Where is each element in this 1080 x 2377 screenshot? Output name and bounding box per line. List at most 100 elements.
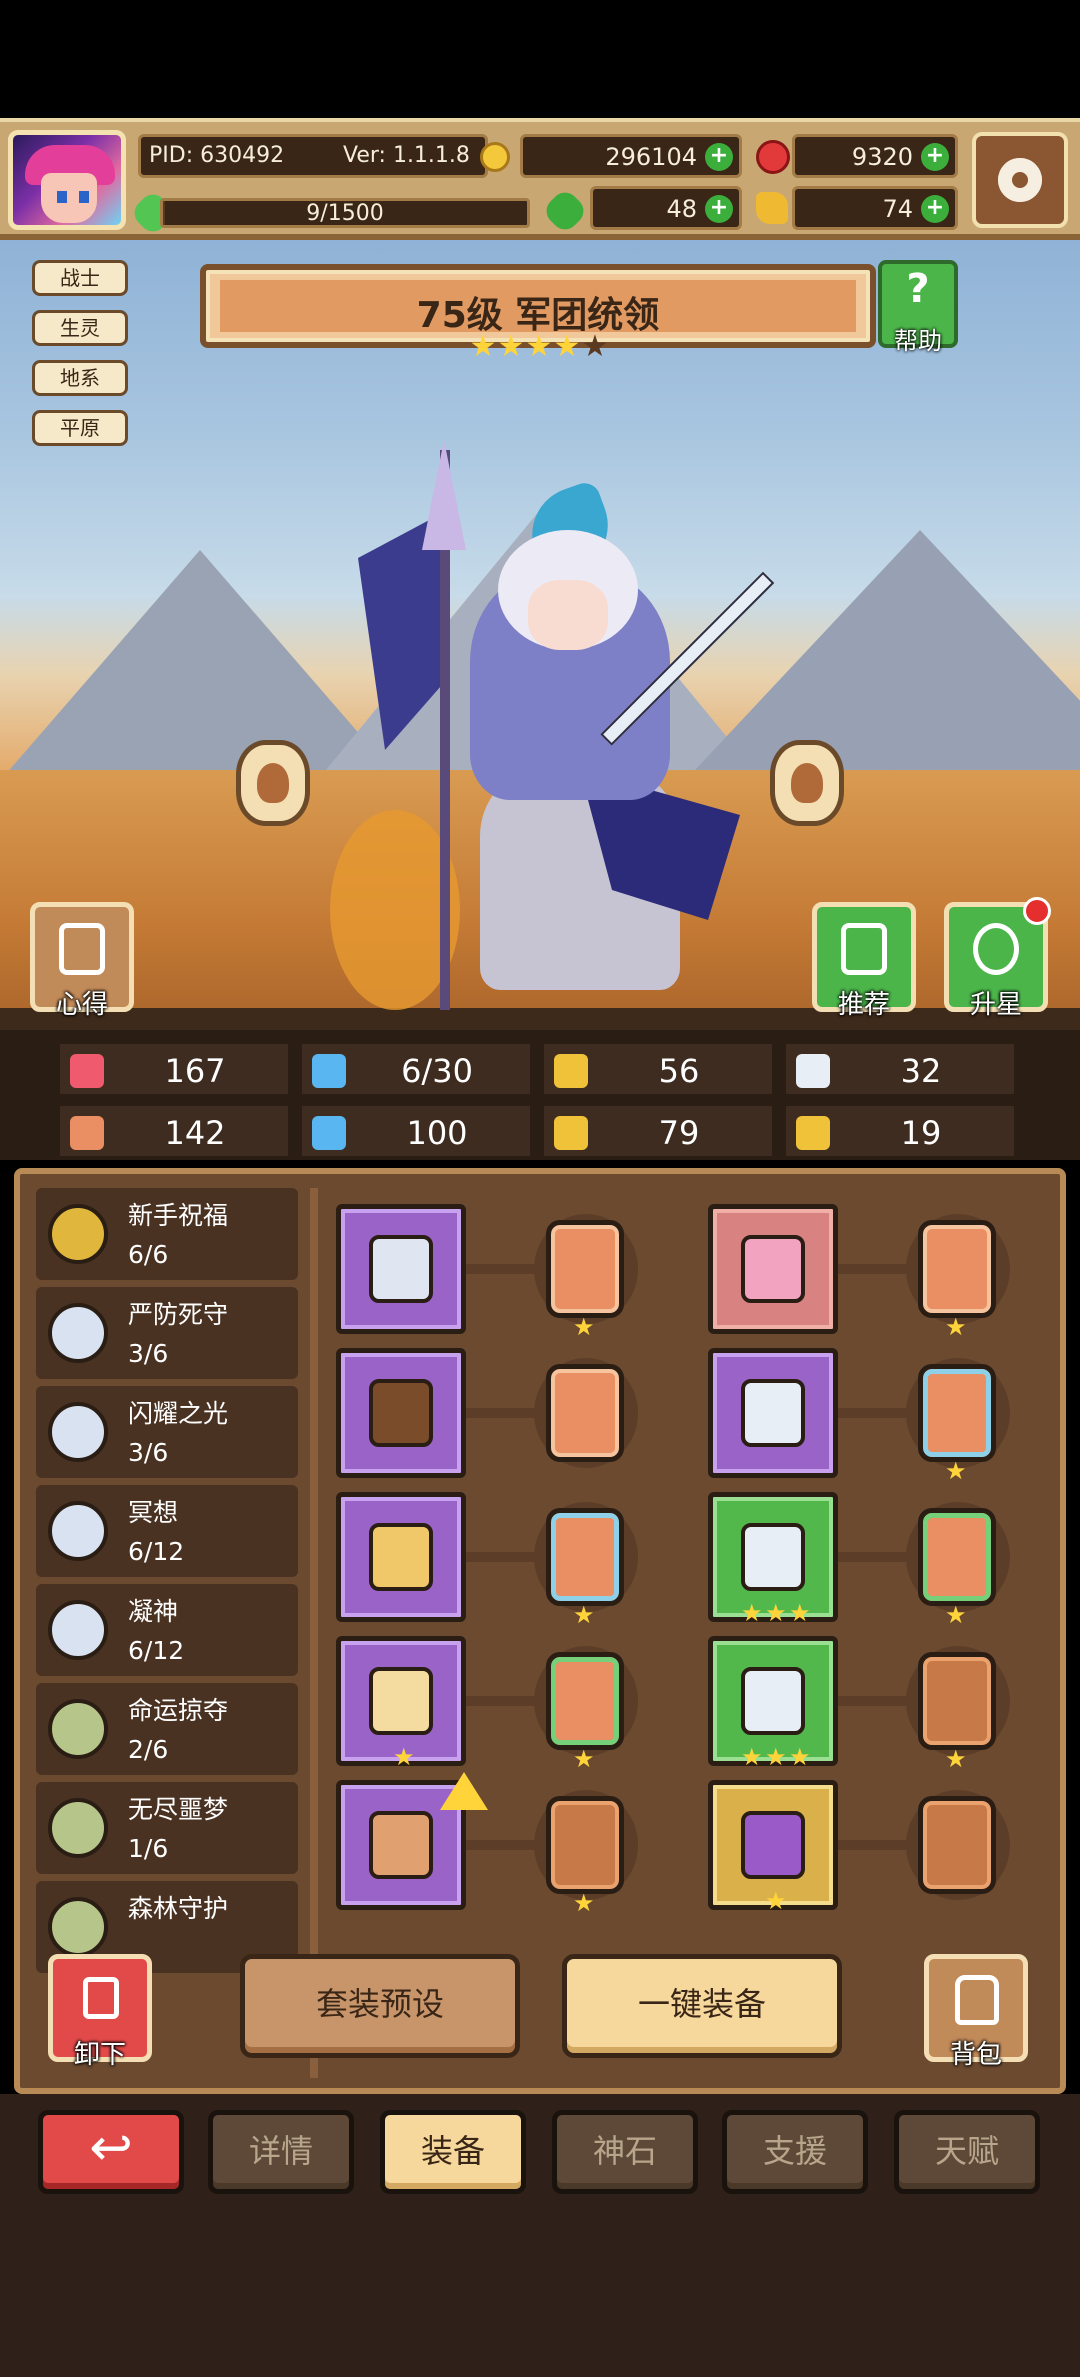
coin-icon <box>480 142 510 172</box>
set-bonus-item[interactable]: 闪耀之光 3/6 <box>36 1386 298 1478</box>
rune-star-icon: ★ <box>573 1601 595 1629</box>
tab-support[interactable]: 支援 <box>722 2110 868 2194</box>
equipment-slot-wood-shield[interactable] <box>336 1348 466 1478</box>
equipment-slot-boots[interactable]: ★ <box>708 1780 838 1913</box>
tab-equipment[interactable]: 装备 <box>380 2110 526 2194</box>
slot-rune-connector <box>838 1840 908 1850</box>
set-bonus-item[interactable]: 命运掠夺 2/6 <box>36 1683 298 1775</box>
slot-rune-connector <box>838 1408 908 1418</box>
insight-button[interactable]: 心得 <box>30 902 134 1020</box>
rune-card[interactable]: ★ <box>918 1508 996 1627</box>
set-bonus-item[interactable]: 冥想 6/12 <box>36 1485 298 1577</box>
rune-star-icon: ★ <box>945 1457 967 1485</box>
equipment-slot-sword[interactable] <box>336 1204 466 1334</box>
set-bonus-item[interactable]: 严防死守 3/6 <box>36 1287 298 1379</box>
hero-scene: 战士 生灵 地系 平原 75级 军团统领 ★ ★ ★ ★ ★ ? 帮助 心得 推荐 升星 <box>0 240 1080 1030</box>
add-gold-button[interactable]: + <box>705 143 733 171</box>
avatar[interactable] <box>8 130 126 230</box>
stat-wing[interactable]: 32 <box>784 1042 1016 1096</box>
ring-icon <box>369 1811 433 1879</box>
recommend-label: 推荐 <box>837 990 890 1020</box>
star-up-button[interactable]: 升星 <box>944 897 1051 1020</box>
rune-card[interactable]: ★ <box>918 1220 996 1339</box>
hero-sprite <box>330 440 775 1010</box>
stat-heart[interactable]: 167 <box>58 1042 290 1096</box>
stat-fist[interactable]: 142 <box>58 1104 290 1158</box>
rune-card[interactable] <box>546 1364 624 1462</box>
notification-dot <box>1023 897 1051 925</box>
next-hero-button[interactable] <box>770 740 844 826</box>
recommend-button[interactable]: 推荐 <box>812 902 916 1020</box>
unequip-button[interactable]: 卸下 <box>48 1954 152 2070</box>
stat-horseshoe[interactable]: 19 <box>784 1104 1016 1158</box>
trait-tag-element[interactable]: 地系 <box>32 360 128 396</box>
stats-panel: 167 6/30 56 32 142 100 79 19 <box>0 1030 1080 1160</box>
add-keys-button[interactable]: + <box>921 195 949 223</box>
preset-button[interactable]: 套装预设 <box>240 1954 520 2058</box>
rune-card[interactable]: ★ <box>918 1364 996 1483</box>
equip-all-button[interactable]: 一键装备 <box>562 1954 842 2058</box>
gauntlet-icon <box>741 1523 805 1591</box>
exp-bar: 9/1500 <box>160 198 530 228</box>
bottom-tab-bar: ↩ 详情 装备 神石 支援 天赋 <box>0 2094 1080 2377</box>
stat-boot[interactable]: 79 <box>542 1104 774 1158</box>
stat-book[interactable]: 100 <box>300 1104 532 1158</box>
add-gems-button[interactable]: + <box>921 143 949 171</box>
tab-details[interactable]: 详情 <box>208 2110 354 2194</box>
keys-panel: 74 + <box>792 186 958 230</box>
tab-divine-stone[interactable]: 神石 <box>552 2110 698 2194</box>
settings-button[interactable] <box>972 132 1068 228</box>
equipment-slot-necklace[interactable] <box>336 1492 466 1622</box>
set-bonus-item[interactable]: 无尽噩梦 1/6 <box>36 1782 298 1874</box>
stat-value: 142 <box>164 1114 226 1152</box>
set-count: 6/6 <box>128 1240 169 1269</box>
shield-icon <box>554 1054 588 1088</box>
rune-card[interactable] <box>918 1796 996 1894</box>
equipment-slot-gauntlet[interactable]: ★ ★ ★ <box>708 1492 838 1625</box>
avatar-eye <box>79 191 89 203</box>
back-button[interactable]: ↩ <box>38 2110 184 2194</box>
rune-card[interactable]: ★ <box>546 1220 624 1339</box>
set-count: 3/6 <box>128 1438 169 1467</box>
help-button[interactable]: ? 帮助 <box>878 260 958 355</box>
armor-icon <box>741 1379 805 1447</box>
status-bar-area <box>0 0 1080 118</box>
rune-card[interactable]: ★ <box>546 1652 624 1771</box>
prev-hero-button[interactable] <box>236 740 310 826</box>
boots-icon <box>741 1811 805 1879</box>
gems-value: 9320 <box>851 143 913 171</box>
trait-tag-race[interactable]: 生灵 <box>32 310 128 346</box>
version-label: Ver: 1.1.1.8 <box>343 143 470 168</box>
stat-mana[interactable]: 6/30 <box>300 1042 532 1096</box>
stat-shield[interactable]: 56 <box>542 1042 774 1096</box>
unequip-label: 卸下 <box>73 2040 126 2070</box>
stat-value: 79 <box>658 1114 700 1152</box>
rune-card[interactable]: ★ <box>546 1796 624 1915</box>
set-bonus-item[interactable]: 新手祝福 6/6 <box>36 1188 298 1280</box>
set-name: 命运掠夺 <box>128 1696 229 1725</box>
set-emblem-icon <box>48 1897 108 1957</box>
key-icon <box>756 192 788 224</box>
equipment-slot-helmet[interactable] <box>708 1204 838 1334</box>
backpack-button[interactable]: 背包 <box>924 1954 1028 2070</box>
gold-value: 296104 <box>605 143 697 171</box>
rune-card[interactable]: ★ <box>546 1508 624 1627</box>
equipment-slot-armor[interactable] <box>708 1348 838 1478</box>
set-name: 严防死守 <box>128 1300 229 1329</box>
book-icon <box>312 1116 346 1150</box>
insight-label: 心得 <box>55 990 108 1020</box>
keys-value: 74 <box>882 195 913 223</box>
item-star-icon: ★ <box>393 1743 415 1771</box>
set-emblem-icon <box>48 1204 108 1264</box>
tab-talent[interactable]: 天赋 <box>894 2110 1040 2194</box>
mana-icon <box>312 1054 346 1088</box>
add-clover-button[interactable]: + <box>705 195 733 223</box>
set-bonus-item[interactable]: 凝神 6/12 <box>36 1584 298 1676</box>
trait-tag-class[interactable]: 战士 <box>32 260 128 296</box>
equipment-slot-gem[interactable]: ★ <box>336 1636 466 1771</box>
rune-card[interactable]: ★ <box>918 1652 996 1771</box>
clover-panel: 48 + <box>590 186 742 230</box>
equipment-slot-belt[interactable]: ★ ★ ★ <box>708 1636 838 1769</box>
exp-value: 9/1500 <box>306 201 384 226</box>
trait-tag-terrain[interactable]: 平原 <box>32 410 128 446</box>
